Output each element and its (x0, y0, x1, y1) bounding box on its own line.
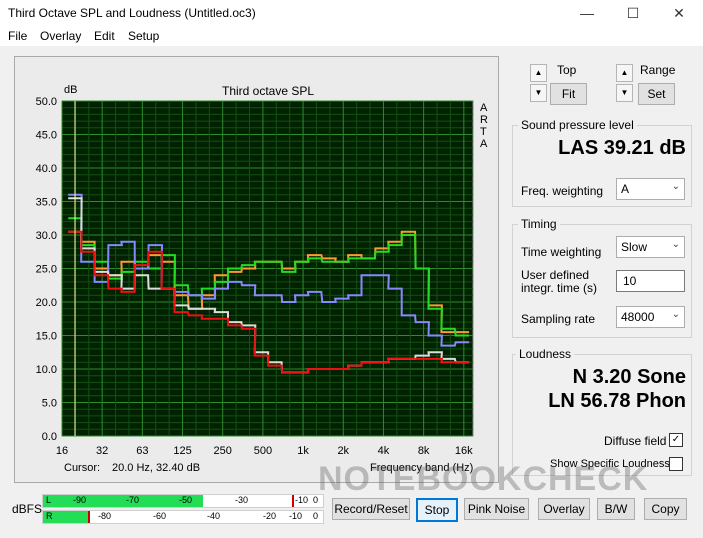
watermark-logo: NOTEBOOKCHECK (318, 460, 649, 498)
sampling-rate-select[interactable]: 48000 ⌄ (616, 306, 685, 328)
x-tick-label: 125 (173, 445, 191, 457)
r-scale-tick: -20 (263, 511, 277, 521)
range-up-button[interactable]: ▲ (616, 64, 633, 82)
x-tick-label: 63 (136, 445, 148, 457)
x-tick-label: 2k (337, 445, 349, 457)
y-tick-label: 50.0 (36, 96, 57, 108)
l-scale-tick: -10 (295, 495, 309, 505)
record-reset-button[interactable]: Record/Reset (332, 498, 410, 520)
time-weighting-select[interactable]: Slow ⌄ (616, 236, 685, 258)
x-tick-label: 500 (254, 445, 272, 457)
x-tick-label: 32 (96, 445, 108, 457)
fit-button[interactable]: Fit (550, 83, 587, 105)
freq-weighting-label: Freq. weighting (521, 184, 604, 198)
r-scale-tick: -10 (289, 511, 303, 521)
y-tick-label: 35.0 (36, 197, 57, 209)
x-tick-label: 16 (56, 445, 68, 457)
chevron-down-icon: ⌄ (671, 309, 680, 320)
user-time-input[interactable]: 10 (616, 270, 685, 292)
x-tick-labels: 16 32 63 125 250 500 1k 2k 4k 8k 16k (56, 445, 473, 457)
l-scale-tick: -70 (126, 495, 140, 505)
y-tick-labels: 50.0 45.0 40.0 35.0 30.0 25.0 20.0 15.0 10.0 5.0 0… (36, 96, 57, 443)
y-tick-label: 5.0 (42, 398, 57, 410)
y-tick-label: 10.0 (36, 364, 57, 376)
left-peak-marker (292, 495, 295, 507)
y-tick-label: 15.0 (36, 331, 57, 343)
cursor-label: Cursor: (64, 462, 101, 474)
diffuse-field-checkbox[interactable]: ✓ (669, 433, 683, 447)
top-label: Top (557, 63, 577, 77)
l-scale-tick: -30 (235, 495, 249, 505)
sampling-rate-label: Sampling rate (521, 312, 596, 326)
l-scale-tick: -50 (179, 495, 193, 505)
pink-noise-button[interactable]: Pink Noise (464, 498, 529, 520)
top-down-button[interactable]: ▼ (530, 84, 547, 102)
r-scale-tick: -80 (98, 511, 112, 521)
spl-value: LAS 39.21 dB (558, 137, 686, 159)
chevron-down-icon: ⌄ (671, 181, 680, 192)
x-tick-label: 1k (297, 445, 309, 457)
range-label: Range (640, 63, 676, 77)
y-tick-label: 40.0 (36, 163, 57, 175)
time-weighting-label: Time weighting (521, 245, 602, 259)
r-scale-tick: -60 (153, 511, 167, 521)
timing-group-label: Timing (518, 217, 560, 231)
loudness-phon: LN 56.78 Phon (548, 390, 686, 412)
x-tick-label: 8k (418, 445, 430, 457)
y-tick-label: 45.0 (36, 130, 57, 142)
stop-button[interactable]: Stop (416, 498, 458, 522)
l-scale-tick: -90 (73, 495, 87, 505)
r-scale-tick: -40 (207, 511, 221, 521)
range-down-button[interactable]: ▼ (616, 84, 633, 102)
y-tick-label: 25.0 (36, 264, 57, 276)
overlay-button[interactable]: Overlay (538, 498, 590, 520)
chevron-down-icon: ⌄ (671, 239, 680, 250)
x-tick-label: 250 (214, 445, 232, 457)
copy-button[interactable]: Copy (644, 498, 687, 520)
x-tick-label: 4k (378, 445, 390, 457)
spl-group-label: Sound pressure level (518, 118, 637, 132)
user-time-label-2: integr. time (s) (521, 281, 598, 295)
freq-weighting-select[interactable]: A ⌄ (616, 178, 685, 200)
right-peak-marker (87, 511, 90, 523)
bw-button[interactable]: B/W (597, 498, 635, 520)
set-button[interactable]: Set (638, 83, 675, 105)
x-tick-label: 16k (455, 445, 473, 457)
right-level-meter: R -80 -60 -40 -20 -10 0 (42, 510, 324, 524)
loudness-sone: N 3.20 Sone (572, 366, 686, 388)
cursor-value: 20.0 Hz, 32.40 dB (112, 462, 201, 474)
right-channel-label: R (46, 511, 53, 521)
l-scale-tick: 0 (313, 495, 319, 505)
y-tick-label: 20.0 (36, 297, 57, 309)
left-level-meter: L -90 -70 -50 -30 -10 0 (42, 494, 324, 508)
diffuse-field-label: Diffuse field (604, 434, 667, 448)
r-scale-tick: 0 (313, 511, 319, 521)
top-up-button[interactable]: ▲ (530, 64, 547, 82)
y-tick-label: 0.0 (42, 431, 57, 443)
dbfs-label: dBFS (12, 502, 43, 516)
y-tick-label: 30.0 (36, 230, 57, 242)
loudness-group-label: Loudness (516, 347, 575, 361)
user-time-label-1: User defined (521, 268, 590, 282)
specific-loudness-checkbox[interactable] (669, 457, 683, 471)
left-channel-label: L (46, 495, 52, 505)
